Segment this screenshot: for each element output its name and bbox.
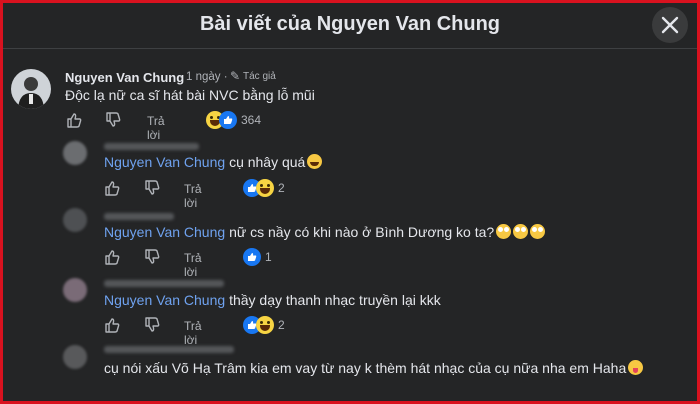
like-icon[interactable]	[66, 112, 82, 128]
redacted-author-name	[104, 213, 174, 220]
author-badge: Tác giả	[243, 71, 276, 82]
like-icon[interactable]	[104, 180, 120, 196]
avatar[interactable]	[63, 208, 87, 232]
like-icon[interactable]	[104, 249, 120, 265]
redacted-author-name	[104, 346, 234, 353]
comment-text: cụ nói xấu Võ Hạ Trâm kia em vay từ nay …	[104, 360, 644, 376]
comment-body: nữ cs nầy có khi nào ở Bình Dương ko ta?	[229, 224, 495, 240]
mention-link[interactable]: Nguyen Van Chung	[104, 224, 225, 240]
avatar[interactable]	[11, 69, 51, 109]
avatar[interactable]	[63, 141, 87, 165]
comment-text: Nguyen Van Chung nữ cs nầy có khi nào ở …	[104, 224, 546, 240]
post-comments-dialog: Bài viết của Nguyen Van Chung Nguyen Van…	[0, 0, 700, 404]
haha-reaction-icon	[256, 179, 274, 197]
reaction-count: 364	[241, 113, 262, 127]
dislike-icon[interactable]	[105, 112, 121, 128]
comment-text: Nguyen Van Chung cụ nhây quá	[104, 154, 323, 170]
mention-link[interactable]: Nguyen Van Chung	[104, 154, 225, 170]
dialog-header: Bài viết của Nguyen Van Chung	[3, 3, 697, 49]
comment-body: cụ nói xấu Võ Hạ Trâm kia em vay từ nay …	[104, 360, 627, 376]
reaction-count: 2	[278, 181, 285, 195]
like-icon[interactable]	[104, 317, 120, 333]
reaction-summary[interactable]: 2	[243, 316, 293, 334]
dislike-icon[interactable]	[144, 249, 160, 265]
reaction-summary[interactable]: 1	[243, 248, 283, 266]
comment-author[interactable]: Nguyen Van Chung	[65, 70, 184, 85]
close-icon	[661, 16, 679, 34]
eye-roll-emoji-icon	[530, 224, 546, 239]
reaction-count: 2	[278, 318, 285, 332]
comment-body: thầy dạy thanh nhạc truyền lại kkk	[229, 292, 441, 308]
reply-button[interactable]: Trả lời	[184, 251, 202, 279]
avatar[interactable]	[63, 345, 87, 369]
dislike-icon[interactable]	[144, 317, 160, 333]
eye-roll-emoji-icon	[496, 224, 512, 239]
reaction-count: 1	[265, 250, 272, 264]
eye-roll-emoji-icon	[513, 224, 529, 239]
comment-time[interactable]: · 1 ngày ·	[179, 71, 228, 83]
tongue-emoji-icon	[628, 360, 644, 375]
comment-text: Nguyen Van Chung thầy dạy thanh nhạc tru…	[104, 292, 441, 308]
reaction-summary[interactable]: 364	[206, 111, 266, 129]
redacted-author-name	[104, 143, 199, 150]
mention-link[interactable]: Nguyen Van Chung	[104, 292, 225, 308]
redacted-author-name	[104, 280, 224, 287]
comment-body: cụ nhây quá	[229, 154, 306, 170]
laughing-emoji-icon	[307, 154, 323, 169]
reaction-summary[interactable]: 2	[243, 179, 293, 197]
like-reaction-icon	[219, 111, 237, 129]
like-reaction-icon	[243, 248, 261, 266]
reply-button[interactable]: Trả lời	[147, 114, 165, 142]
dislike-icon[interactable]	[144, 180, 160, 196]
close-button[interactable]	[652, 7, 688, 43]
reply-button[interactable]: Trả lời	[184, 319, 202, 347]
comment-text: Độc lạ nữ ca sĩ hát bài NVC bằng lỗ mũi	[65, 87, 315, 103]
reply-button[interactable]: Trả lời	[184, 182, 202, 210]
haha-reaction-icon	[256, 316, 274, 334]
avatar[interactable]	[63, 278, 87, 302]
dialog-title: Bài viết của Nguyen Van Chung	[199, 13, 501, 35]
pencil-icon: ✎	[230, 69, 241, 83]
